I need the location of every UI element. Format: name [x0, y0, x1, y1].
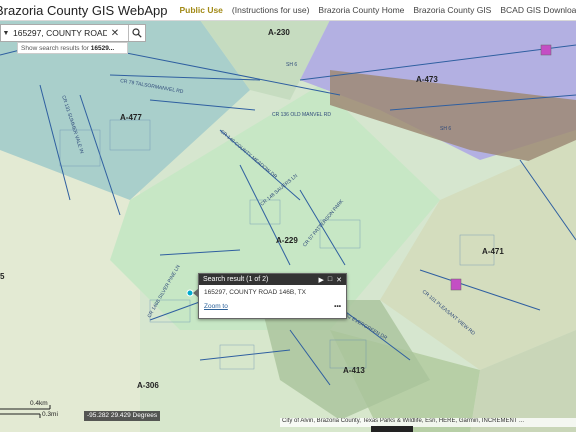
clear-icon[interactable]: ✕	[109, 28, 121, 39]
search-input[interactable]	[11, 28, 109, 38]
scale-mi: 0.3mi	[42, 411, 58, 418]
next-result-icon[interactable]: ▶	[319, 276, 324, 284]
zone-label: A-477	[120, 113, 142, 122]
poi-marker	[450, 278, 462, 291]
search-source-caret-icon[interactable]: ▼	[1, 30, 11, 37]
nav-link-county-gis[interactable]: Brazoria County GIS	[413, 5, 491, 15]
nav-link-bcad-download[interactable]: BCAD GIS Download	[500, 5, 576, 15]
zoom-to-link[interactable]: Zoom to	[204, 303, 228, 310]
parcel-map[interactable]: A-230 A-473 A-477 A-229 A-471 A-413 A-30…	[0, 0, 576, 432]
popup-address: 165297, COUNTY ROAD 146B, TX	[204, 289, 307, 296]
road-label: CR 136 OLD MANVEL RD	[272, 112, 331, 118]
zone-label: A-471	[482, 247, 504, 256]
search-button[interactable]	[128, 25, 145, 41]
popup-header: Search result (1 of 2) ▶ □ ✕	[199, 274, 346, 285]
scale-km: 0.4km	[30, 400, 48, 407]
poi-marker	[540, 44, 552, 56]
zone-label: A-473	[416, 75, 438, 84]
zone-label: A-230	[268, 28, 290, 37]
search-suggestion[interactable]: Show search results for 16529...	[17, 42, 128, 54]
suggestion-prefix: Show search results for	[21, 45, 91, 52]
nav-link-public-use[interactable]: Public Use	[179, 5, 222, 15]
search-box: ▼ ✕	[0, 24, 146, 42]
suggestion-term: 16529...	[90, 45, 115, 52]
zone-label: A-413	[343, 366, 365, 375]
search-icon	[132, 28, 142, 38]
app-title: Brazoria County GIS WebApp	[0, 2, 168, 18]
coordinate-readout: -95.282 29.429 Degrees	[84, 411, 161, 421]
zone-label: A-229	[276, 236, 298, 245]
more-options-button[interactable]: •••	[334, 303, 341, 310]
popup-pointer	[193, 288, 199, 298]
close-icon[interactable]: ✕	[336, 276, 342, 284]
top-navbar: Brazoria County GIS WebApp Public Use (I…	[0, 0, 576, 21]
popup-title: Search result (1 of 2)	[203, 276, 269, 283]
zone-label: A-306	[137, 381, 159, 390]
nav-link-county-home[interactable]: Brazoria County Home	[318, 5, 404, 15]
road-label: SH 6	[440, 126, 451, 132]
road-label: SH 6	[286, 62, 297, 68]
search-result-popup: Search result (1 of 2) ▶ □ ✕ 165297, COU…	[193, 273, 347, 319]
maximize-icon[interactable]: □	[328, 276, 332, 283]
bottom-toolbar[interactable]	[371, 426, 413, 432]
nav-link-instructions[interactable]: (Instructions for use)	[232, 5, 309, 15]
zone-label: 5	[0, 272, 5, 281]
map-attribution: City of Alvin, Brazoria County, Texas Pa…	[280, 418, 576, 427]
